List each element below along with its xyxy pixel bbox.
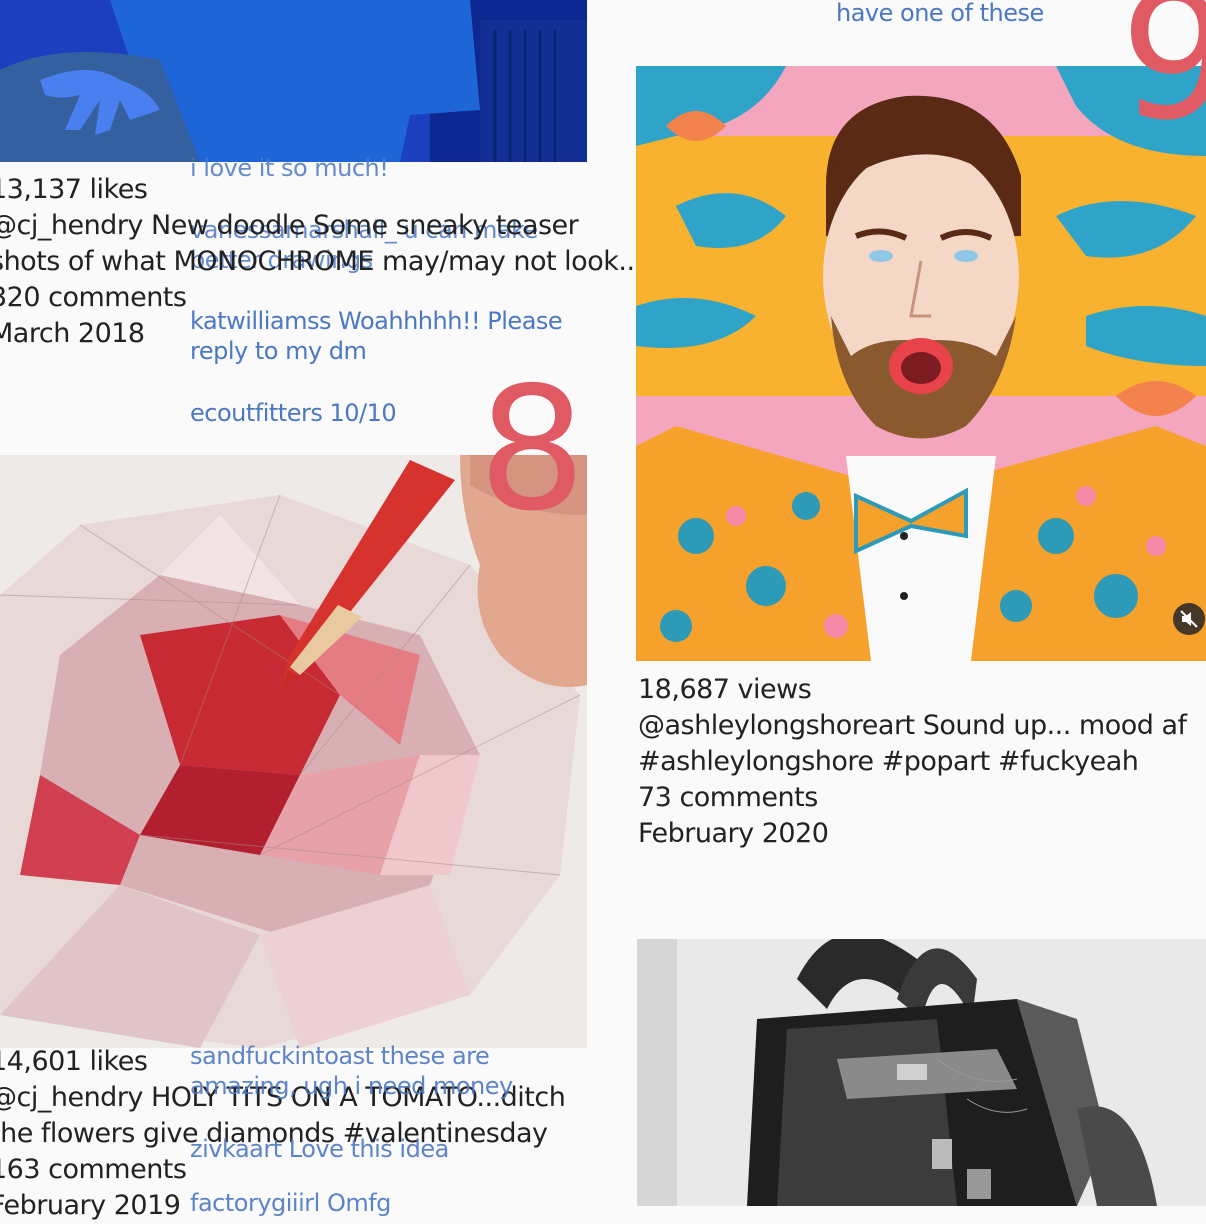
post-image-handbag-drawing[interactable] — [637, 939, 1206, 1206]
post-caption-block: 13,137 likes @cj_hendry New doodle Some … — [0, 172, 643, 352]
blue-figure-illustration — [0, 0, 587, 162]
comment-text: have one of these — [836, 0, 1044, 27]
post-date: February 2020 — [638, 818, 829, 849]
caption-text: shots of what MONOCHROME may/may not loo… — [0, 246, 643, 277]
comment-text: Omfg — [326, 1189, 391, 1217]
comment-text: Love this idea — [288, 1135, 450, 1163]
comments-count[interactable]: 73 comments — [638, 780, 1187, 816]
post-caption-block: 18,687 views @ashleylongshoreart Sound u… — [638, 672, 1187, 852]
comment-item[interactable]: have one of these — [836, 0, 1044, 28]
post-username[interactable]: @ashleylongshoreart — [638, 710, 915, 741]
comment-text: 10/10 — [329, 399, 397, 427]
views-count: 18,687 views — [638, 674, 812, 705]
comment-username[interactable]: ecoutfitters — [190, 399, 323, 427]
caption-text: Sound up... mood af — [922, 710, 1187, 741]
comments-count[interactable]: 320 comments — [0, 280, 643, 316]
comment-username[interactable]: sandfuckintoast — [190, 1042, 374, 1070]
caption-text: New doodle Some sneaky teaser — [151, 210, 579, 241]
comment-item[interactable]: sandfuckintoast these are amazing, ugh i… — [190, 1041, 570, 1101]
comment-username[interactable]: zivkaart — [190, 1135, 282, 1163]
comment-item[interactable]: ecoutfitters 10/10 — [190, 398, 397, 428]
post-image-blue-figure[interactable] — [0, 0, 587, 162]
rank-number: 8 — [478, 351, 587, 549]
post-date: March 2018 — [0, 318, 145, 349]
post-username[interactable]: @cj_hendry — [0, 1082, 143, 1113]
speaker-muted-icon[interactable] — [1172, 602, 1206, 636]
comment-item[interactable]: factorygiiirl Omfg — [190, 1188, 391, 1218]
likes-count: 13,137 likes — [0, 174, 148, 205]
comment-username[interactable]: factorygiiirl — [190, 1189, 320, 1217]
rank-number: 9 — [1120, 0, 1206, 159]
caption-text: #ashleylongshore #popart #fuckyeah — [638, 746, 1139, 777]
handbag-illustration — [637, 939, 1206, 1206]
post-username[interactable]: @cj_hendry — [0, 210, 143, 241]
comment-item[interactable]: zivkaart Love this idea — [190, 1134, 449, 1164]
